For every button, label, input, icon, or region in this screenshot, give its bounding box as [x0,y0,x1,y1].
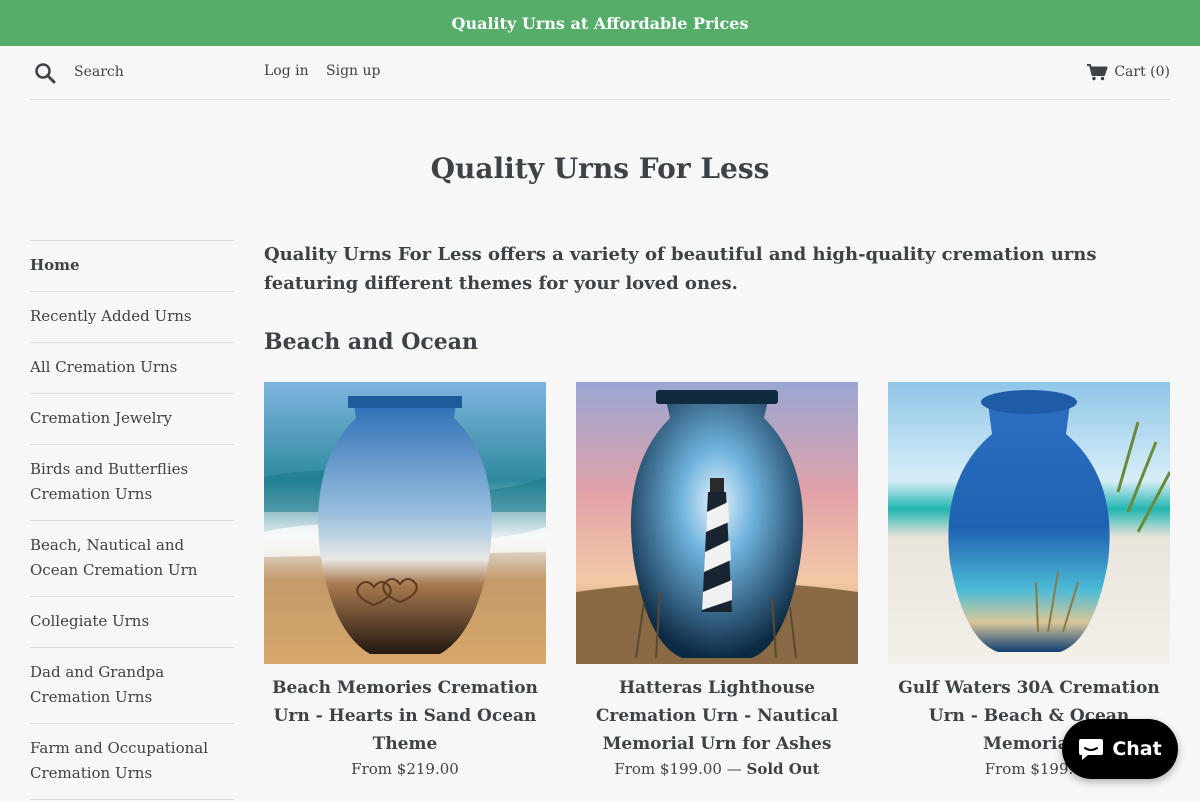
intro-text: Quality Urns For Less offers a variety o… [264,244,1097,294]
sold-out-badge: Sold Out [746,760,820,778]
sidebar-nav: Home Recently Added Urns All Cremation U… [30,240,234,800]
product-title[interactable]: Beach Memories Cremation Urn - Hearts in… [264,674,546,758]
site-title[interactable]: Quality Urns For Less [0,152,1200,185]
product-price: From $219.00 [264,760,546,778]
signup-link[interactable]: Sign up [326,63,380,79]
sidebar-item-birds-butterflies[interactable]: Birds and Butterflies Cremation Urns [30,445,234,521]
sidebar-item-dad-grandpa[interactable]: Dad and Grandpa Cremation Urns [30,648,234,724]
login-link[interactable]: Log in [264,63,309,79]
product-price: From $199.00 — Sold Out [576,760,858,778]
cart-label: Cart (0) [1114,64,1170,80]
product-image-gulf-waters[interactable] [888,382,1170,664]
sidebar-item-jewelry[interactable]: Cremation Jewelry [30,394,234,445]
product-price-value: From $199.00 — [614,760,742,778]
search-icon[interactable] [34,62,56,84]
sidebar-item-farm-occupational[interactable]: Farm and Occupational Cremation Urns [30,724,234,800]
section-title[interactable]: Beach and Ocean [264,329,478,355]
product-price-value: From $199. [984,760,1074,778]
sidebar-item-home[interactable]: Home [30,241,234,292]
announcement-bar: Quality Urns at Affordable Prices [0,0,1200,46]
sidebar-item-beach-nautical[interactable]: Beach, Nautical and Ocean Cremation Urn [30,521,234,597]
sidebar-item-collegiate[interactable]: Collegiate Urns [30,597,234,648]
product-price-value: From $219.00 [351,760,459,778]
product-title[interactable]: Hatteras Lighthouse Cremation Urn - Naut… [576,674,858,758]
top-nav: Log in Sign up Cart (0) [30,46,1170,100]
product-grid: Beach Memories Cremation Urn - Hearts in… [264,382,1170,802]
chat-bubble-icon [1079,739,1104,760]
product-image-beach-memories[interactable] [264,382,546,664]
chat-label: Chat [1112,738,1162,760]
product-card[interactable]: Hatteras Lighthouse Cremation Urn - Naut… [576,382,858,778]
chat-button[interactable]: Chat [1062,719,1178,779]
main-content: Quality Urns For Less offers a variety o… [264,240,1170,778]
announcement-text: Quality Urns at Affordable Prices [451,13,749,33]
sidebar-item-all-urns[interactable]: All Cremation Urns [30,343,234,394]
product-image-hatteras-lighthouse[interactable] [576,382,858,664]
product-card[interactable]: Beach Memories Cremation Urn - Hearts in… [264,382,546,778]
cart-icon [1087,64,1108,81]
sidebar-item-recently-added[interactable]: Recently Added Urns [30,292,234,343]
search-input[interactable] [66,60,262,84]
cart-link[interactable]: Cart (0) [1086,63,1170,81]
